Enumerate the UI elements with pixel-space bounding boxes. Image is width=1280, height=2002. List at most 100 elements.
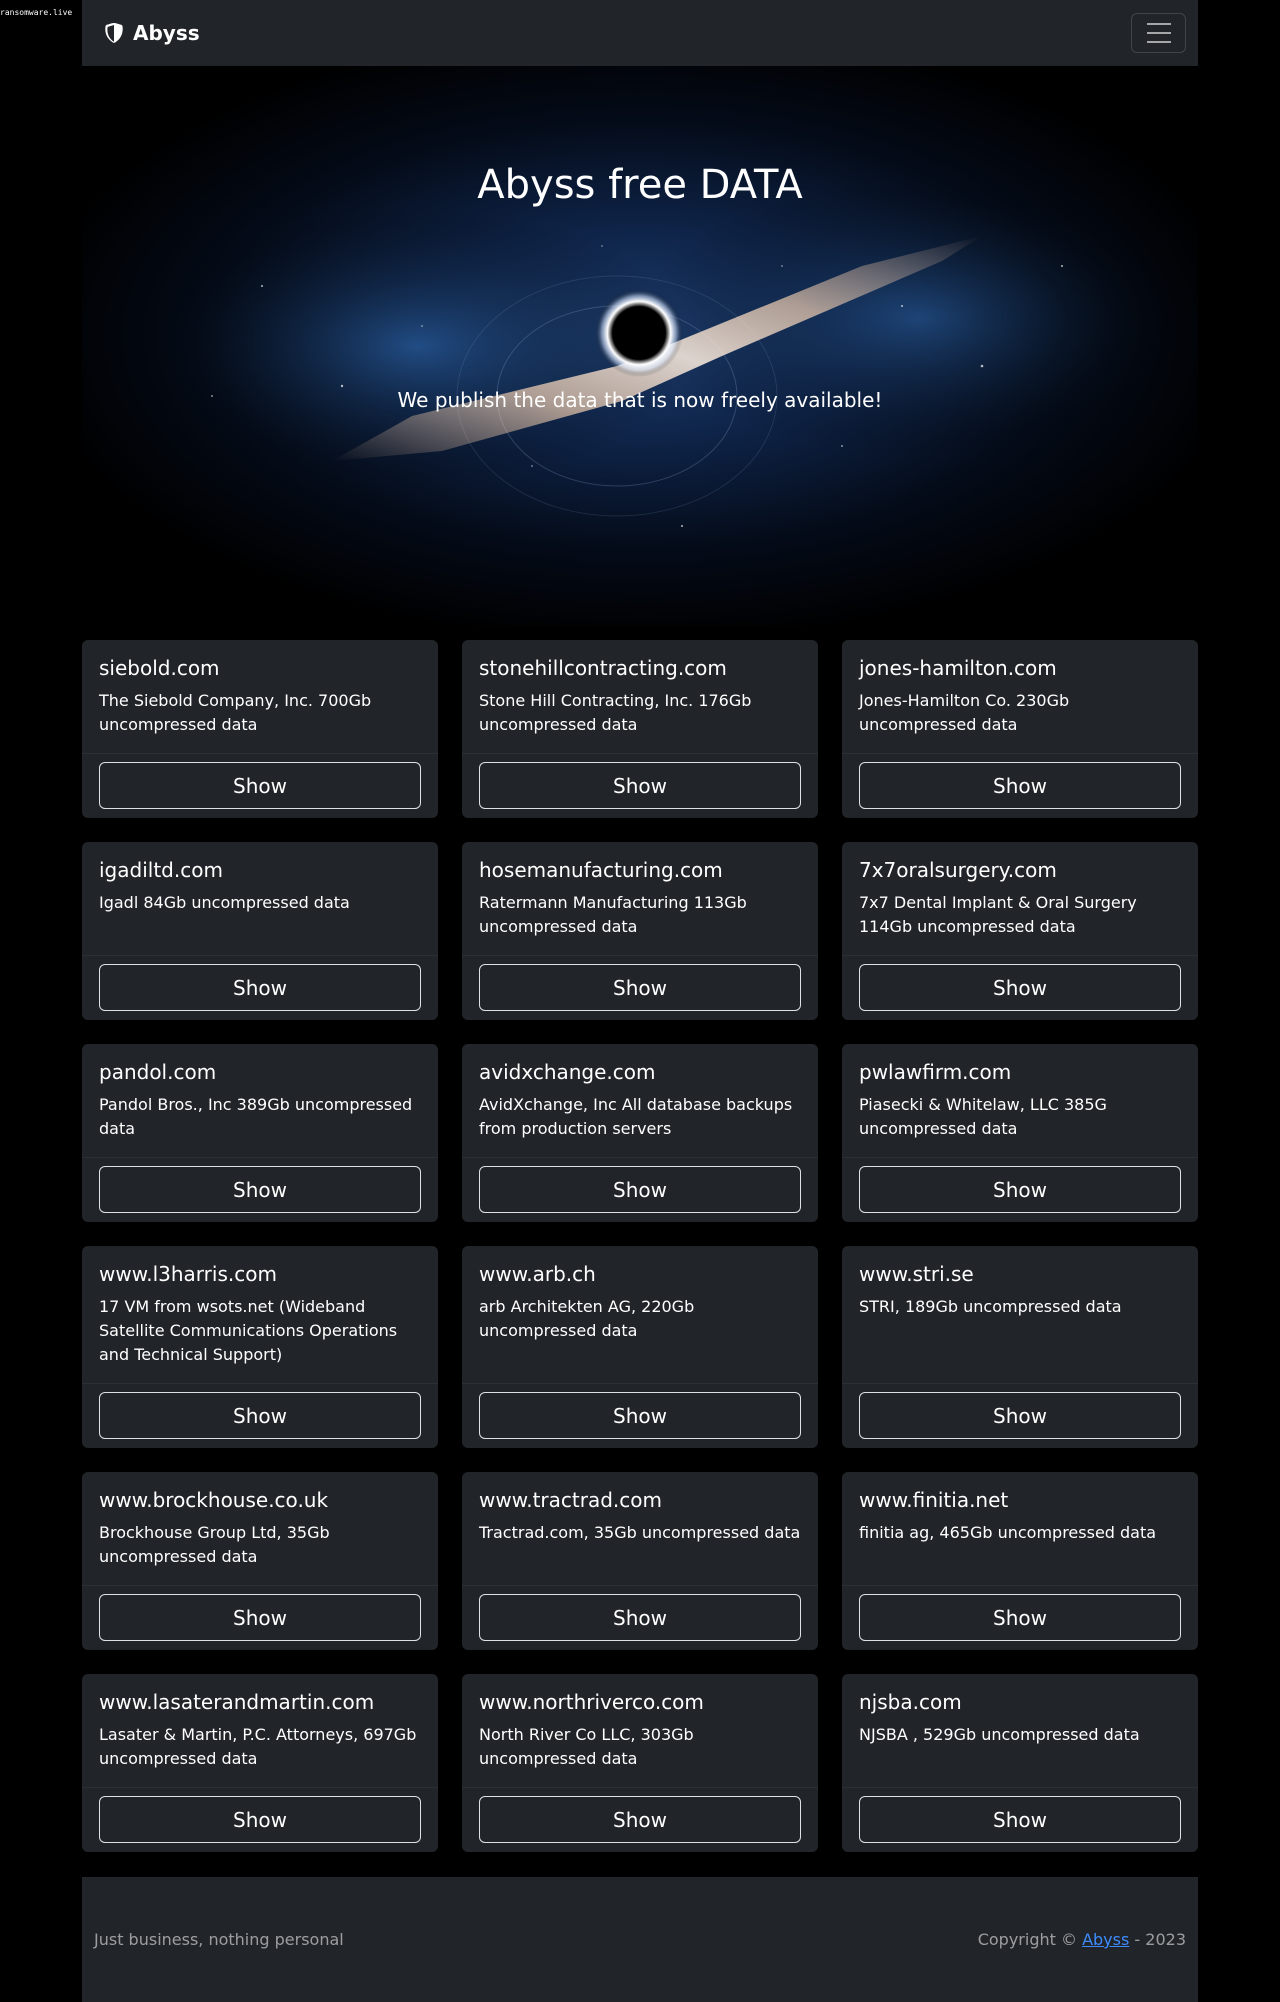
card-description: Brockhouse Group Ltd, 35Gb uncompressed … (99, 1523, 330, 1566)
card-title: siebold.com (99, 656, 220, 680)
hero-subtitle: We publish the data that is now freely a… (397, 388, 883, 412)
show-button[interactable]: Show (99, 762, 421, 809)
leak-card: www.l3harris.com 17 VM from wsots.net (Wi… (82, 1246, 438, 1448)
card-title: avidxchange.com (479, 1060, 656, 1084)
leak-card: stonehillcontracting.com Stone Hill Contr… (462, 640, 818, 818)
card-title: www.tractrad.com (479, 1488, 662, 1512)
show-button[interactable]: Show (479, 1392, 801, 1439)
leak-card: jones-hamilton.com Jones-Hamilton Co. 230… (842, 640, 1198, 818)
card-description: Tractrad.com, 35Gb uncompressed data (479, 1523, 801, 1542)
show-button[interactable]: Show (859, 964, 1181, 1011)
card-body: avidxchange.com AvidXchange, Inc All data… (462, 1044, 818, 1157)
show-button[interactable]: Show (859, 1392, 1181, 1439)
card-title: www.stri.se (859, 1262, 974, 1286)
show-button[interactable]: Show (859, 1166, 1181, 1213)
footer: Just business, nothing personal Copyrigh… (82, 1877, 1198, 2002)
card-body: njsba.com NJSBA , 529Gb uncompressed data (842, 1674, 1198, 1787)
show-button[interactable]: Show (99, 1594, 421, 1641)
card-title: hosemanufacturing.com (479, 858, 723, 882)
card-title: pwlawfirm.com (859, 1060, 1012, 1084)
card-description: Igadl 84Gb uncompressed data (99, 893, 350, 912)
card-description: Pandol Bros., Inc 389Gb uncompressed dat… (99, 1095, 413, 1138)
card-footer: Show (842, 1157, 1198, 1222)
show-button[interactable]: Show (99, 1796, 421, 1843)
page-container: Abyss Abyss free DATA We publish the dat… (82, 0, 1198, 626)
leak-card: pandol.com Pandol Bros., Inc 389Gb uncomp… (82, 1044, 438, 1222)
card-footer: Show (82, 1787, 438, 1852)
card-title: jones-hamilton.com (859, 656, 1057, 680)
leak-card: www.finitia.net finitia ag, 465Gb uncompr… (842, 1472, 1198, 1650)
leak-card: www.brockhouse.co.uk Brockhouse Group Ltd… (82, 1472, 438, 1650)
card-title: www.finitia.net (859, 1488, 1009, 1512)
card-footer: Show (462, 1787, 818, 1852)
card-footer: Show (842, 1585, 1198, 1650)
card-body: www.finitia.net finitia ag, 465Gb uncompr… (842, 1472, 1198, 1585)
hamburger-line (1146, 41, 1171, 43)
brand-name: Abyss (133, 21, 200, 45)
card-description: Lasater & Martin, P.C. Attorneys, 697Gb … (99, 1725, 417, 1768)
card-footer: Show (842, 753, 1198, 818)
show-button[interactable]: Show (99, 1392, 421, 1439)
card-footer: Show (842, 955, 1198, 1020)
show-button[interactable]: Show (859, 762, 1181, 809)
hero-title: Abyss free DATA (477, 162, 803, 208)
copyright-suffix: - 2023 (1134, 1930, 1186, 1949)
copyright-link[interactable]: Abyss (1082, 1930, 1129, 1949)
card-body: siebold.com The Siebold Company, Inc. 700… (82, 640, 438, 753)
leak-card: hosemanufacturing.com Ratermann Manufactu… (462, 842, 818, 1020)
card-footer: Show (462, 1383, 818, 1448)
card-body: hosemanufacturing.com Ratermann Manufactu… (462, 842, 818, 955)
show-button[interactable]: Show (99, 1166, 421, 1213)
footer-copyright: Copyright © Abyss - 2023 (978, 1930, 1186, 1949)
leak-card: avidxchange.com AvidXchange, Inc All data… (462, 1044, 818, 1222)
card-description: NJSBA , 529Gb uncompressed data (859, 1725, 1140, 1744)
navbar-toggler-button[interactable] (1131, 13, 1186, 53)
card-footer: Show (462, 955, 818, 1020)
show-button[interactable]: Show (479, 1796, 801, 1843)
leak-card: www.northriverco.com North River Co LLC, … (462, 1674, 818, 1852)
card-description: The Siebold Company, Inc. 700Gb uncompre… (99, 691, 372, 734)
card-footer: Show (82, 1383, 438, 1448)
card-body: stonehillcontracting.com Stone Hill Contr… (462, 640, 818, 753)
show-button[interactable]: Show (479, 762, 801, 809)
leak-card: siebold.com The Siebold Company, Inc. 700… (82, 640, 438, 818)
card-title: pandol.com (99, 1060, 217, 1084)
brand-link[interactable]: Abyss (104, 21, 200, 45)
shield-half-icon (105, 23, 123, 43)
card-title: www.northriverco.com (479, 1690, 704, 1714)
leak-card: 7x7oralsurgery.com 7x7 Dental Implant & O… (842, 842, 1198, 1020)
card-title: www.arb.ch (479, 1262, 596, 1286)
card-body: pwlawfirm.com Piasecki & Whitelaw, LLC 38… (842, 1044, 1198, 1157)
card-title: njsba.com (859, 1690, 962, 1714)
card-title: stonehillcontracting.com (479, 656, 727, 680)
show-button[interactable]: Show (99, 964, 421, 1011)
card-title: igadiltd.com (99, 858, 223, 882)
show-button[interactable]: Show (859, 1594, 1181, 1641)
leak-card: igadiltd.com Igadl 84Gb uncompressed data… (82, 842, 438, 1020)
navbar: Abyss (82, 0, 1198, 66)
card-footer: Show (462, 1585, 818, 1650)
show-button[interactable]: Show (859, 1796, 1181, 1843)
card-footer: Show (842, 1787, 1198, 1852)
card-description: Stone Hill Contracting, Inc. 176Gb uncom… (479, 691, 752, 734)
card-description: arb Architekten AG, 220Gb uncompressed d… (479, 1297, 695, 1340)
leak-card: www.arb.ch arb Architekten AG, 220Gb unco… (462, 1246, 818, 1448)
card-body: pandol.com Pandol Bros., Inc 389Gb uncomp… (82, 1044, 438, 1157)
show-button[interactable]: Show (479, 964, 801, 1011)
card-footer: Show (462, 753, 818, 818)
card-body: jones-hamilton.com Jones-Hamilton Co. 230… (842, 640, 1198, 753)
card-body: www.arb.ch arb Architekten AG, 220Gb unco… (462, 1246, 818, 1383)
leak-card: www.stri.se STRI, 189Gb uncompressed data… (842, 1246, 1198, 1448)
card-footer: Show (82, 753, 438, 818)
leak-card: pwlawfirm.com Piasecki & Whitelaw, LLC 38… (842, 1044, 1198, 1222)
show-button[interactable]: Show (479, 1594, 801, 1641)
card-description: AvidXchange, Inc All database backups fr… (479, 1095, 793, 1138)
show-button[interactable]: Show (479, 1166, 801, 1213)
card-description: Ratermann Manufacturing 113Gb uncompress… (479, 893, 747, 936)
card-description: 17 VM from wsots.net (Wideband Satellite… (99, 1297, 398, 1364)
card-description: finitia ag, 465Gb uncompressed data (859, 1523, 1157, 1542)
hamburger-line (1146, 32, 1171, 34)
card-body: www.northriverco.com North River Co LLC, … (462, 1674, 818, 1787)
card-footer: Show (842, 1383, 1198, 1448)
card-body: www.brockhouse.co.uk Brockhouse Group Ltd… (82, 1472, 438, 1585)
